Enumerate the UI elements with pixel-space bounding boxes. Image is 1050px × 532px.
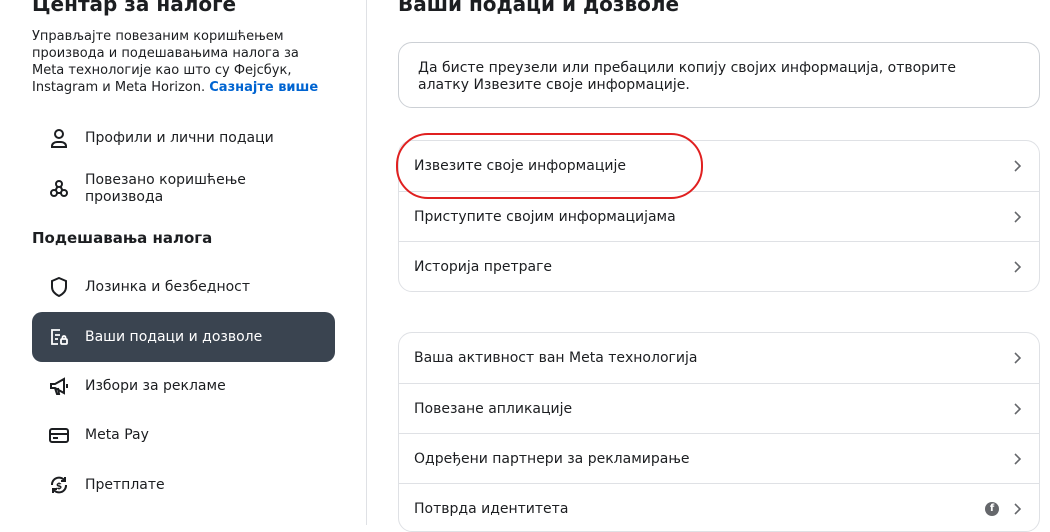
sidebar-item-connected-experiences[interactable]: Повезано коришћење производа: [32, 164, 335, 214]
row-export-your-information[interactable]: Извезите своје информације: [399, 141, 1039, 191]
sidebar-item-label: Претплате: [85, 476, 165, 493]
sidebar-item-meta-pay[interactable]: Meta Pay: [32, 410, 335, 460]
row-search-history[interactable]: Историја претраге: [399, 241, 1039, 291]
connected-nodes-icon: [47, 177, 71, 201]
sidebar-item-label: Ваши подаци и дозволе: [85, 328, 263, 345]
card-icon: [47, 423, 71, 447]
megaphone-icon: [47, 374, 71, 398]
row-access-your-information[interactable]: Приступите својим информацијама: [399, 191, 1039, 241]
sidebar-item-password-security[interactable]: Лозинка и безбедност: [32, 262, 335, 312]
sidebar-description: Управљајте повезаним коришћењем производ…: [32, 28, 332, 96]
sidebar-item-ad-preferences[interactable]: Избори за рекламе: [32, 361, 335, 411]
sidebar-item-label: Повезано коришћење производа: [85, 172, 246, 205]
person-icon: [47, 126, 71, 150]
chevron-right-icon: [1011, 160, 1023, 172]
sidebar: Центар за налоге Управљајте повезаним ко…: [0, 0, 367, 525]
row-label: Извезите своје информације: [414, 158, 626, 174]
row-label: Приступите својим информацијама: [414, 208, 676, 225]
settings-group-export: Извезите своје информације Приступите св…: [398, 140, 1040, 292]
sidebar-item-your-data-permissions[interactable]: Ваши подаци и дозволе: [32, 312, 335, 362]
sidebar-item-label: Лозинка и безбедност: [85, 278, 251, 295]
section-heading-account-settings: Подешавања налога: [32, 229, 213, 247]
page-title: Ваши подаци и дозволе: [398, 0, 680, 16]
sidebar-item-subscriptions[interactable]: $ Претплате: [32, 460, 335, 510]
chevron-right-icon: [1011, 502, 1023, 515]
sidebar-item-label: Избори за рекламе: [85, 377, 226, 394]
info-text: Да бисте преузели или пребацили копију с…: [418, 60, 956, 93]
settings-group-activity: Ваша активност ван Meta технологија Пове…: [398, 332, 1040, 532]
chevron-right-icon: [1011, 210, 1023, 223]
chevron-right-icon: [1011, 402, 1023, 415]
chevron-right-icon: [1011, 352, 1023, 364]
facebook-icon: f: [985, 501, 999, 516]
data-permissions-icon: [47, 325, 71, 349]
sidebar-item-label: Профили и лични подаци: [85, 129, 274, 146]
learn-more-link[interactable]: Сазнајте више: [209, 80, 318, 95]
row-ad-partners[interactable]: Одређени партнери за рекламирање: [399, 433, 1039, 483]
row-off-meta-activity[interactable]: Ваша активност ван Meta технологија: [399, 333, 1039, 383]
chevron-right-icon: [1011, 260, 1023, 273]
shield-icon: [47, 275, 71, 299]
sidebar-title: Центар за налоге: [32, 0, 237, 16]
sidebar-item-label: Meta Pay: [85, 426, 149, 443]
svg-text:$: $: [56, 482, 62, 492]
row-label: Потврда идентитета: [414, 500, 569, 517]
sidebar-item-profiles[interactable]: Профили и лични подаци: [32, 113, 335, 163]
info-box: Да бисте преузели или пребацили копију с…: [398, 42, 1040, 108]
subscription-icon: $: [47, 473, 71, 497]
row-label: Одређени партнери за рекламирање: [414, 450, 690, 467]
row-label: Историја претраге: [414, 258, 553, 275]
row-connected-apps[interactable]: Повезане апликације: [399, 383, 1039, 433]
row-label: Ваша активност ван Meta технологија: [414, 350, 698, 366]
chevron-right-icon: [1011, 452, 1023, 465]
row-label: Повезане апликације: [414, 400, 573, 417]
